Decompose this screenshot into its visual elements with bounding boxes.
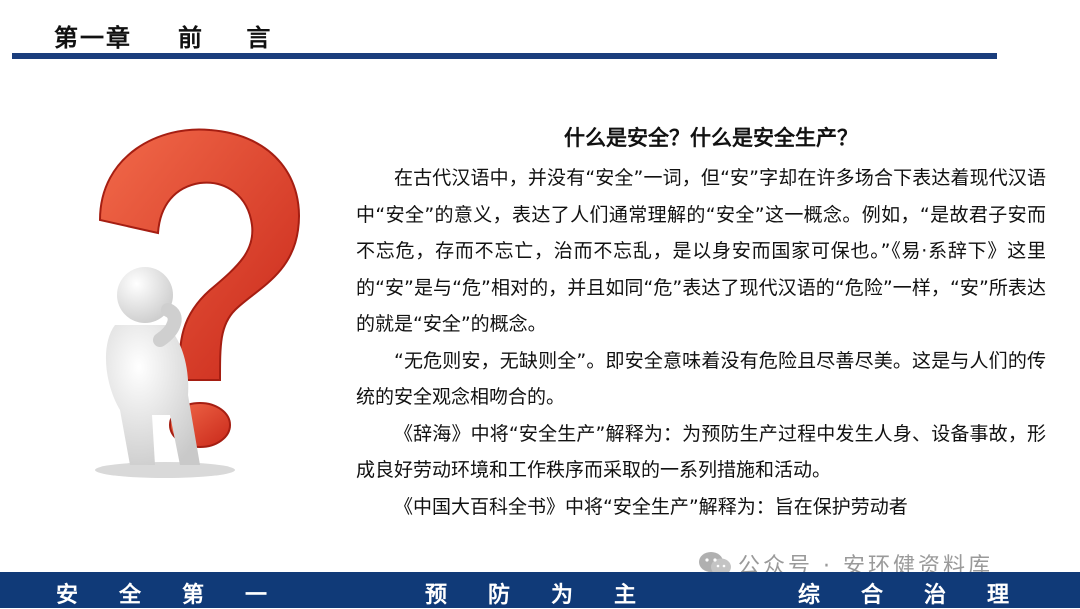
slogan-comprehensive-management: 综合治理 [798,583,1051,608]
main-content: 什么是安全？什么是安全生产？ 在古代汉语中，并没有“安全”一词，但“安”字却在许… [356,122,1046,525]
header: 第一章 前 言 [0,0,1080,62]
slogan-safety-first: 安全第一 [56,583,309,608]
chapter-title: 前 言 [178,24,289,52]
chapter-heading: 第一章 前 言 [54,18,288,53]
slogan-prevention-first: 预防为主 [425,583,678,608]
paragraph-4: 《中国大百科全书》中将“安全生产”解释为：旨在保护劳动者 [394,495,908,518]
paragraph-3: 《辞海》中将“安全生产”解释为：为预防生产过程中发生人身、设备事故，形成良好劳动… [356,422,1046,482]
footer-banner: 安全第一 预防为主 综合治理 [0,572,1080,608]
question-mark-figure-illustration [95,128,300,478]
paragraph-2: “无危则安，无缺则全”。即安全意味着没有危险且尽善尽美。这是与人们的传统的安全观… [356,349,1046,409]
section-heading: 什么是安全？什么是安全生产？ [564,126,858,150]
paragraph-1: 在古代汉语中，并没有“安全”一词，但“安”字却在许多场合下表达着现代汉语中“安全… [356,167,1046,335]
chapter-label: 第一章 [54,24,132,52]
header-divider [12,53,997,59]
